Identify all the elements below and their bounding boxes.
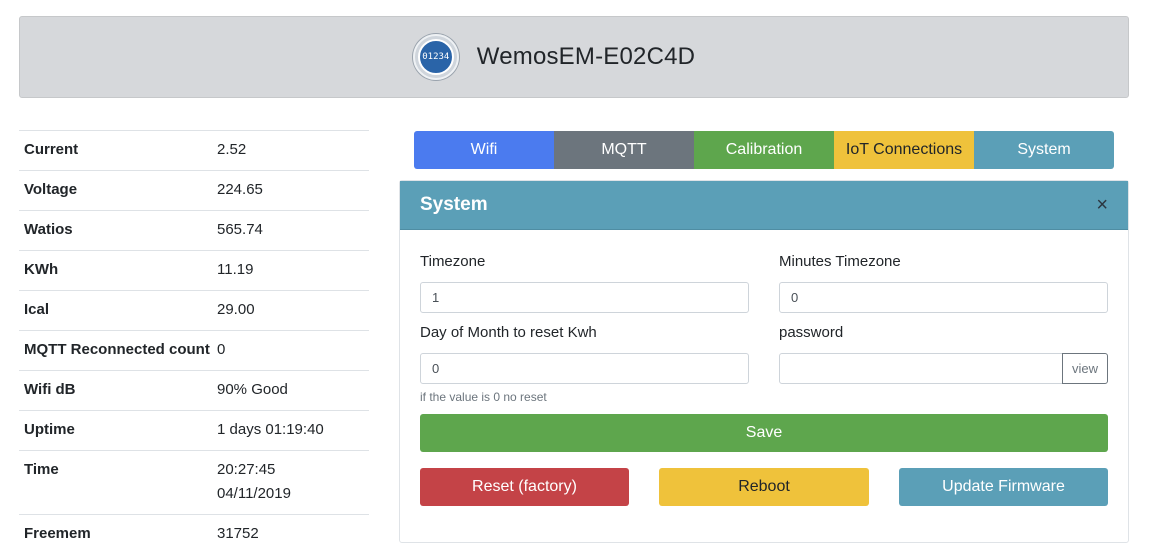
stat-value: 1 days 01:19:40 (217, 410, 369, 451)
stat-label: Time (19, 450, 217, 515)
logo-text: 01234 (422, 52, 450, 62)
table-row: Time 20:27:45 04/11/2019 (19, 450, 369, 515)
timezone-label: Timezone (420, 253, 486, 270)
stat-value: 2.52 (217, 130, 369, 171)
table-row: Wifi dB 90% Good (19, 370, 369, 411)
password-input[interactable] (779, 353, 1063, 384)
timezone-input[interactable] (420, 282, 749, 313)
stat-label: Uptime (19, 410, 217, 451)
date-value: 04/11/2019 (217, 485, 291, 502)
update-firmware-button[interactable]: Update Firmware (899, 468, 1108, 506)
minutes-timezone-input[interactable] (779, 282, 1108, 313)
tab-iot-connections[interactable]: IoT Connections (834, 131, 974, 169)
device-logo: 01234 (412, 34, 459, 80)
password-label: password (779, 324, 844, 341)
stat-label: Current (19, 130, 217, 171)
device-title: WemosEM-E02C4D (476, 43, 696, 70)
stat-label: KWh (19, 250, 217, 291)
stat-value: 224.65 (217, 170, 369, 211)
table-row: Current 2.52 (19, 130, 369, 171)
table-row: Voltage 224.65 (19, 170, 369, 211)
reset-day-label: Day of Month to reset Kwh (420, 324, 597, 341)
stat-value: 20:27:45 04/11/2019 (217, 450, 369, 515)
stat-label: Freemem (19, 514, 217, 554)
stat-label: MQTT Reconnected count (19, 330, 217, 371)
table-row: Freemem 31752 (19, 514, 369, 554)
nav-tabs: Wifi MQTT Calibration IoT Connections Sy… (414, 131, 1114, 169)
tab-calibration[interactable]: Calibration (694, 131, 834, 169)
stat-label: Voltage (19, 170, 217, 211)
stat-value: 31752 (217, 514, 369, 554)
minutes-timezone-label: Minutes Timezone (779, 253, 901, 270)
tab-system[interactable]: System (974, 131, 1114, 169)
tab-mqtt[interactable]: MQTT (554, 131, 694, 169)
stat-label: Wifi dB (19, 370, 217, 411)
stat-value: 0 (217, 330, 369, 371)
table-row: Watios 565.74 (19, 210, 369, 251)
save-button[interactable]: Save (420, 414, 1108, 452)
view-password-button[interactable]: view (1062, 353, 1108, 384)
time-value: 20:27:45 (217, 461, 276, 478)
stat-value: 29.00 (217, 290, 369, 331)
reset-day-help: if the value is 0 no reset (420, 390, 547, 404)
stat-value: 90% Good (217, 370, 369, 411)
tab-wifi[interactable]: Wifi (414, 131, 554, 169)
table-row: Uptime 1 days 01:19:40 (19, 410, 369, 451)
close-icon[interactable]: × (1096, 195, 1108, 215)
meter-logo-icon: 01234 (417, 39, 454, 75)
reset-day-input[interactable] (420, 353, 749, 384)
app-header: 01234 WemosEM-E02C4D (19, 16, 1129, 98)
stats-table: Current 2.52 Voltage 224.65 Watios 565.7… (19, 130, 369, 554)
stat-value: 565.74 (217, 210, 369, 251)
table-row: KWh 11.19 (19, 250, 369, 291)
reboot-button[interactable]: Reboot (659, 468, 869, 506)
stat-label: Watios (19, 210, 217, 251)
panel-title: System (420, 194, 488, 215)
table-row: MQTT Reconnected count 0 (19, 330, 369, 371)
stat-label: Ical (19, 290, 217, 331)
panel-header: System × (400, 181, 1128, 230)
stat-value: 11.19 (217, 250, 369, 291)
reset-factory-button[interactable]: Reset (factory) (420, 468, 629, 506)
table-row: Ical 29.00 (19, 290, 369, 331)
system-panel: System × Timezone Minutes Timezone Day o… (399, 180, 1129, 543)
